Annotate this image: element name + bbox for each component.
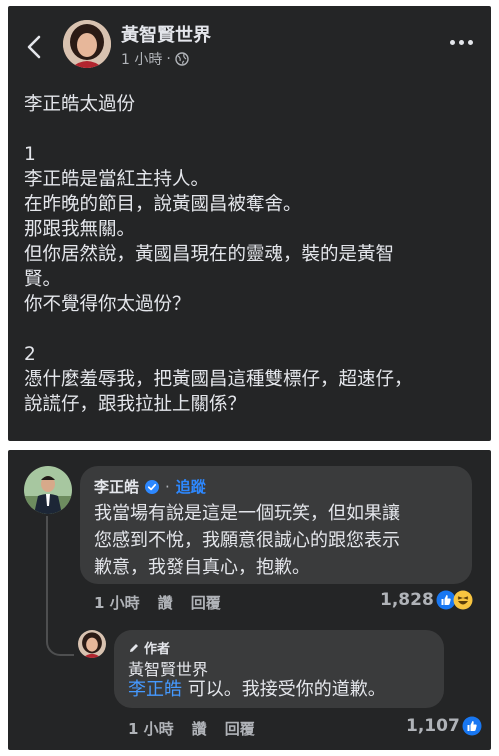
comment-actions: 1 小時 讚 回覆 bbox=[94, 592, 221, 613]
post-line: 那跟我無關。 bbox=[24, 219, 136, 240]
comment-bubble: 李正皓 · 追蹤 我當場有說是這是一個玩笑，但如果讓 您感到不悅，我願意很誠心的… bbox=[80, 466, 472, 584]
post-line: 說謊仔，跟我拉扯上關係？ bbox=[24, 394, 247, 415]
comment-line: 歉意，我發自真心，抱歉。 bbox=[94, 557, 310, 578]
comment-timestamp[interactable]: 1 小時 bbox=[94, 592, 140, 613]
post-line: 在昨晚的節目，說黃國昌被奪舍。 bbox=[24, 194, 302, 215]
reply-button[interactable]: 回覆 bbox=[191, 592, 221, 613]
post-author-avatar[interactable] bbox=[63, 20, 111, 68]
author-badge-label: 作者 bbox=[144, 642, 171, 657]
reply-reaction-count: 1,107 bbox=[406, 716, 460, 736]
comments-panel: 李正皓 · 追蹤 我當場有說是這是一個玩笑，但如果讓 您感到不悅，我願意很誠心的… bbox=[8, 450, 491, 750]
reply-reply-button[interactable]: 回覆 bbox=[225, 718, 255, 739]
reply-text-content: 可以。我接受你的道歉。 bbox=[182, 679, 386, 700]
reply-reactions[interactable]: 1,107 bbox=[406, 716, 482, 736]
meta-separator: · bbox=[166, 51, 171, 67]
post-meta: 1 小時 · bbox=[121, 49, 189, 69]
post-line: 憑什麼羞辱我，把黃國昌這種雙標仔，超速仔， bbox=[24, 369, 413, 390]
haha-reaction-icon bbox=[453, 590, 473, 610]
header-separator: · bbox=[165, 477, 170, 496]
globe-icon bbox=[175, 52, 189, 66]
like-reaction-icon bbox=[462, 716, 482, 736]
comment-reactions[interactable]: 1,828 bbox=[380, 590, 473, 610]
verified-badge-icon bbox=[145, 479, 160, 494]
follow-button[interactable]: 追蹤 bbox=[176, 476, 206, 497]
post-line: 1 bbox=[24, 144, 36, 165]
reply-like-button[interactable]: 讚 bbox=[192, 718, 207, 739]
post-body: 李正皓太過份 1 李正皓是當紅主持人。 在昨晚的節目，說黃國昌被奪舍。 那跟我無… bbox=[24, 92, 479, 417]
reply-author-avatar[interactable] bbox=[78, 630, 106, 658]
post-line bbox=[24, 117, 479, 142]
mention-link[interactable]: 李正皓 bbox=[128, 679, 182, 700]
commenter-avatar[interactable] bbox=[24, 466, 72, 514]
comment-text: 我當場有說是這是一個玩笑，但如果讓 您感到不悅，我願意很誠心的跟您表示 歉意，我… bbox=[94, 500, 400, 581]
post-panel: 黃智賢世界 1 小時 · 李正皓太過份 1 李正皓是當紅主持人。 在昨晚的節目，… bbox=[8, 6, 491, 441]
comment-author-name[interactable]: 李正皓 bbox=[94, 476, 139, 497]
reaction-count: 1,828 bbox=[380, 590, 434, 610]
post-line: 但你居然說，黃國昌現在的靈魂，裝的是黃智 bbox=[24, 244, 395, 265]
post-author-name[interactable]: 黃智賢世界 bbox=[121, 21, 211, 47]
reply-timestamp[interactable]: 1 小時 bbox=[128, 718, 174, 739]
back-arrow-icon[interactable] bbox=[24, 34, 46, 60]
comment-header: 李正皓 · 追蹤 bbox=[94, 476, 206, 497]
post-line bbox=[24, 317, 479, 342]
reply-bubble: 作者 黃智賢世界 李正皓 可以。我接受你的道歉。 bbox=[114, 630, 444, 708]
author-badge: 作者 bbox=[128, 638, 170, 657]
post-line: 李正皓太過份 bbox=[24, 94, 136, 115]
post-line: 李正皓是當紅主持人。 bbox=[24, 169, 210, 190]
comment-line: 我當場有說是這是一個玩笑，但如果讓 bbox=[94, 503, 400, 524]
post-line: 2 bbox=[24, 344, 36, 365]
comment-line: 您感到不悅，我願意很誠心的跟您表示 bbox=[94, 530, 400, 551]
post-line: 你不覺得你太過份？ bbox=[24, 294, 191, 315]
pencil-icon bbox=[130, 643, 138, 652]
like-button[interactable]: 讚 bbox=[158, 592, 173, 613]
post-timestamp[interactable]: 1 小時 bbox=[121, 49, 162, 69]
reply-actions: 1 小時 讚 回覆 bbox=[128, 718, 255, 739]
post-line: 賢。 bbox=[24, 269, 62, 290]
reply-text: 李正皓 可以。我接受你的道歉。 bbox=[128, 676, 386, 703]
thread-connector bbox=[46, 516, 74, 656]
more-options-icon[interactable] bbox=[450, 40, 473, 45]
